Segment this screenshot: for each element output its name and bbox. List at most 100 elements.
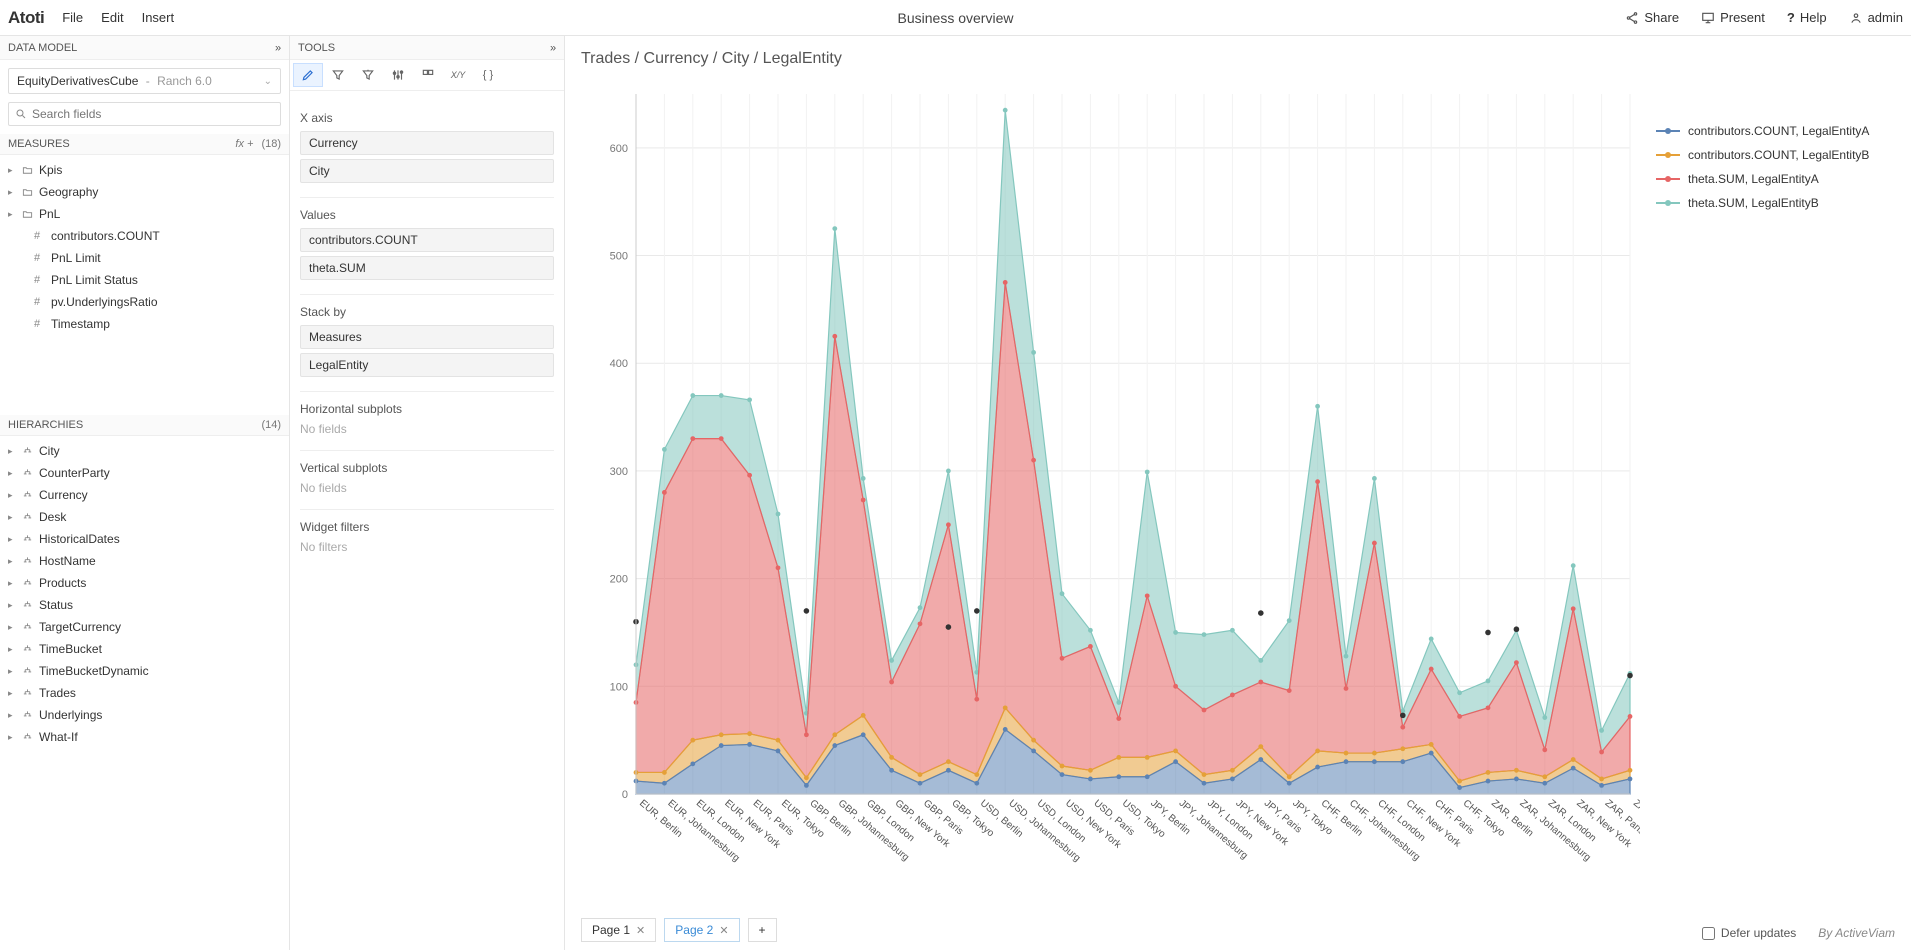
tools-header: TOOLS « <box>290 36 564 60</box>
hsub-label: Horizontal subplots <box>300 402 554 416</box>
cube-select[interactable]: EquityDerivativesCube - Ranch 6.0 ⌄ <box>8 68 281 94</box>
tab-page-1[interactable]: Page 1✕ <box>581 918 656 942</box>
tree-item[interactable]: ▸Kpis <box>8 159 281 181</box>
tree-item[interactable]: ▸#PnL Limit <box>8 247 281 269</box>
search-icon <box>15 108 27 120</box>
share-button[interactable]: Share <box>1625 10 1679 25</box>
widget-filters-label: Widget filters <box>300 520 554 534</box>
tools-toolbar: X/Y { } <box>290 60 564 91</box>
xy-tool-button[interactable]: X/Y <box>443 63 473 87</box>
tree-item[interactable]: ▸TimeBucket <box>8 638 281 660</box>
tree-item[interactable]: ▸#pv.UnderlyingsRatio <box>8 291 281 313</box>
tree-item[interactable]: ▸City <box>8 440 281 462</box>
tree-item[interactable]: ▸Status <box>8 594 281 616</box>
chip[interactable]: City <box>300 159 554 183</box>
tree-item[interactable]: ▸TimeBucketDynamic <box>8 660 281 682</box>
chart-title: Trades / Currency / City / LegalEntity <box>565 36 1911 74</box>
help-icon: ? <box>1787 10 1795 25</box>
close-icon[interactable]: ✕ <box>636 924 645 937</box>
xaxis-label: X axis <box>300 111 554 125</box>
svg-text:0: 0 <box>622 789 628 801</box>
tools-body: X axis Currency City Values contributors.… <box>290 91 564 570</box>
tree-item[interactable]: ▸HistoricalDates <box>8 528 281 550</box>
tree-item[interactable]: ▸HostName <box>8 550 281 572</box>
svg-text:500: 500 <box>610 251 628 263</box>
tree-item[interactable]: ▸PnL <box>8 203 281 225</box>
legend-item[interactable]: theta.SUM, LegalEntityA <box>1656 172 1895 186</box>
tree-item[interactable]: ▸Products <box>8 572 281 594</box>
tree-item[interactable]: ▸Currency <box>8 484 281 506</box>
tree-item[interactable]: ▸Trades <box>8 682 281 704</box>
menu-edit[interactable]: Edit <box>101 10 123 25</box>
filter2-tool-button[interactable] <box>353 63 383 87</box>
hierarchies-header: HIERARCHIES (14) <box>0 415 289 436</box>
data-model-header: DATA MODEL « <box>0 36 289 60</box>
tree-item[interactable]: ▸Underlyings <box>8 704 281 726</box>
menu-insert[interactable]: Insert <box>142 10 175 25</box>
tab-page-2[interactable]: Page 2✕ <box>664 918 739 942</box>
user-button[interactable]: admin <box>1849 10 1903 25</box>
defer-updates-checkbox[interactable]: Defer updates <box>1702 926 1796 940</box>
legend-item[interactable]: contributors.COUNT, LegalEntityB <box>1656 148 1895 162</box>
chart-canvas: 0100200300400500600EUR, BerlinEUR, Johan… <box>581 74 1640 904</box>
tree-item[interactable]: ▸TargetCurrency <box>8 616 281 638</box>
credit-text: By ActiveViam <box>1818 926 1895 940</box>
grid-tool-button[interactable] <box>413 63 443 87</box>
data-model-panel: DATA MODEL « EquityDerivativesCube - Ran… <box>0 36 290 950</box>
chevron-down-icon: ⌄ <box>264 76 272 87</box>
close-icon[interactable]: ✕ <box>719 924 728 937</box>
vsub-label: Vertical subplots <box>300 461 554 475</box>
topbar-right: Share Present ? Help admin <box>1625 10 1903 25</box>
present-icon <box>1701 11 1715 25</box>
tree-item[interactable]: ▸#Timestamp <box>8 313 281 335</box>
present-button[interactable]: Present <box>1701 10 1765 25</box>
brand-logo: Atoti <box>8 8 44 28</box>
legend-item[interactable]: contributors.COUNT, LegalEntityA <box>1656 124 1895 138</box>
measures-header: MEASURES fx + (18) <box>0 134 289 155</box>
search-input[interactable] <box>32 107 274 121</box>
measures-tree: ▸Kpis▸Geography▸PnL▸#contributors.COUNT▸… <box>0 155 289 415</box>
collapse-icon[interactable]: « <box>550 42 556 54</box>
chip[interactable]: LegalEntity <box>300 353 554 377</box>
legend-item[interactable]: theta.SUM, LegalEntityB <box>1656 196 1895 210</box>
topbar: Atoti File Edit Insert Business overview… <box>0 0 1911 36</box>
chart-legend: contributors.COUNT, LegalEntityA contribu… <box>1640 74 1895 904</box>
chip[interactable]: theta.SUM <box>300 256 554 280</box>
no-fields-text: No fields <box>300 422 554 436</box>
fx-button[interactable]: fx + <box>235 138 253 150</box>
values-label: Values <box>300 208 554 222</box>
top-menu: File Edit Insert <box>62 10 174 25</box>
filter-tool-button[interactable] <box>323 63 353 87</box>
no-fields-text: No fields <box>300 481 554 495</box>
search-field[interactable] <box>8 102 281 126</box>
stack-label: Stack by <box>300 305 554 319</box>
main-area: Trades / Currency / City / LegalEntity 0… <box>565 36 1911 950</box>
edit-tool-button[interactable] <box>293 63 323 87</box>
svg-text:400: 400 <box>610 358 628 370</box>
tree-item[interactable]: ▸#PnL Limit Status <box>8 269 281 291</box>
sliders-tool-button[interactable] <box>383 63 413 87</box>
tree-item[interactable]: ▸What-If <box>8 726 281 748</box>
footer-right: Defer updates By ActiveViam <box>1702 926 1895 940</box>
tree-item[interactable]: ▸Geography <box>8 181 281 203</box>
tree-item[interactable]: ▸Desk <box>8 506 281 528</box>
brackets-tool-button[interactable]: { } <box>473 63 503 87</box>
chip[interactable]: Measures <box>300 325 554 349</box>
menu-file[interactable]: File <box>62 10 83 25</box>
user-icon <box>1849 11 1863 25</box>
no-filters-text: No filters <box>300 540 554 554</box>
svg-text:100: 100 <box>610 681 628 693</box>
tree-item[interactable]: ▸CounterParty <box>8 462 281 484</box>
chip[interactable]: Currency <box>300 131 554 155</box>
chip[interactable]: contributors.COUNT <box>300 228 554 252</box>
collapse-icon[interactable]: « <box>275 42 281 54</box>
svg-text:300: 300 <box>610 466 628 478</box>
add-page-button[interactable]: + <box>748 918 777 942</box>
share-icon <box>1625 11 1639 25</box>
svg-text:600: 600 <box>610 143 628 155</box>
tree-item[interactable]: ▸#contributors.COUNT <box>8 225 281 247</box>
tools-panel: TOOLS « X/Y { } X axis Currency City Valu… <box>290 36 565 950</box>
page-tabs: Page 1✕ Page 2✕ + <box>581 918 777 942</box>
hierarchies-tree: ▸City▸CounterParty▸Currency▸Desk▸Histori… <box>0 436 289 950</box>
help-button[interactable]: ? Help <box>1787 10 1827 25</box>
